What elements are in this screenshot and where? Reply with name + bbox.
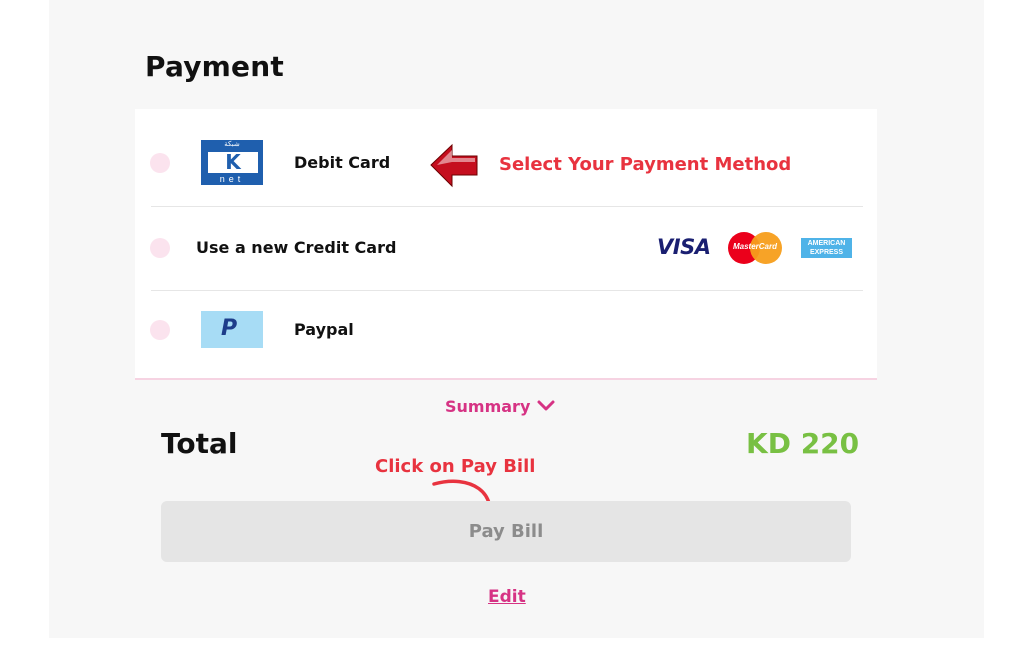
pay-bill-button[interactable]: Pay Bill [161,501,851,562]
annotation-select-payment-method: Select Your Payment Method [499,154,792,175]
edit-link[interactable]: Edit [488,587,526,607]
total-value: KD 220 [746,427,860,460]
total-label: Total [161,427,238,460]
annotation-click-pay-bill: Click on Pay Bill [375,456,536,477]
summary-toggle[interactable]: Summary [445,397,530,416]
chevron-down-icon[interactable] [536,398,556,414]
select-method-arrow-icon [430,143,478,188]
